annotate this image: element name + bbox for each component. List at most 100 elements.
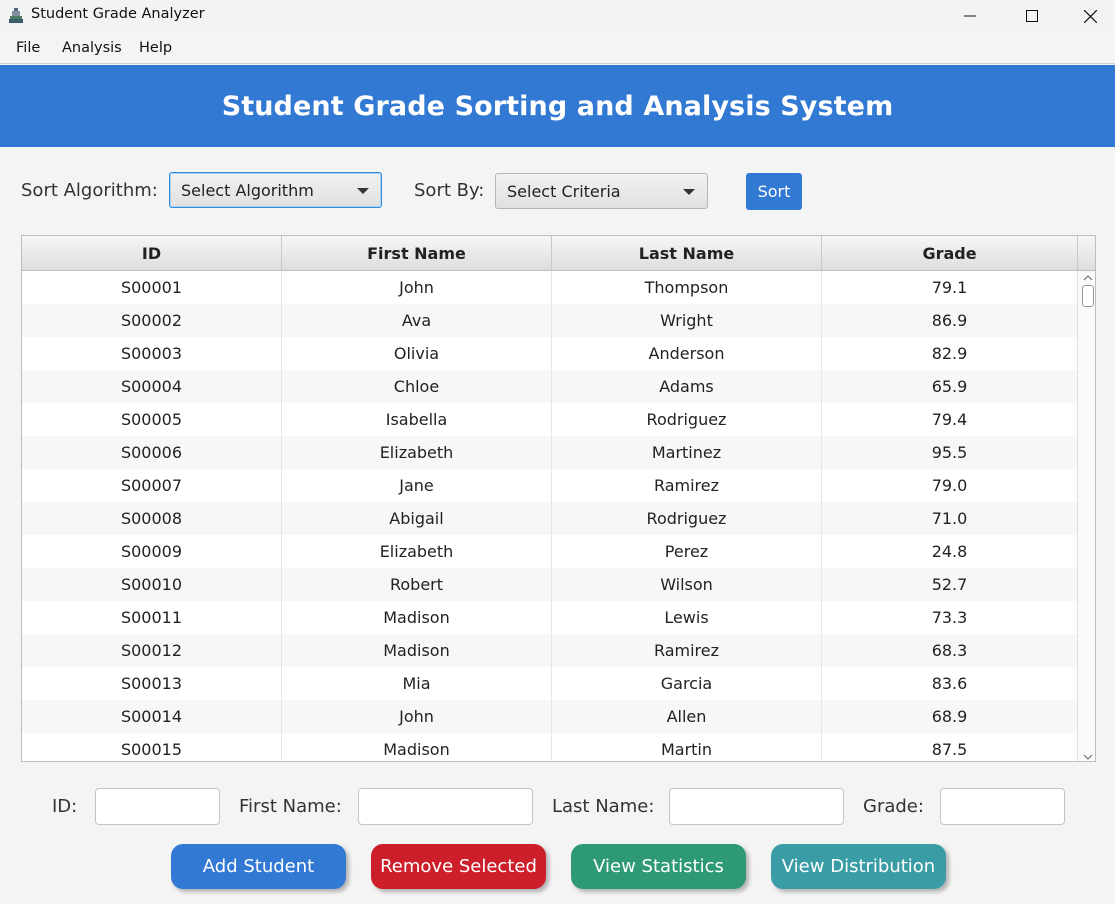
- menu-file[interactable]: File: [16, 40, 40, 56]
- cell-grade: 83.6: [931, 674, 968, 693]
- cell-last-name: Anderson: [552, 337, 822, 370]
- scroll-down-icon[interactable]: [1083, 754, 1093, 760]
- table-row[interactable]: S00011 Madison Lewis 73.3: [22, 601, 1077, 634]
- cell-id: S00004: [22, 370, 282, 403]
- table-row[interactable]: S00007 Jane Ramirez 79.0: [22, 469, 1077, 502]
- table-scrollbar[interactable]: [1077, 271, 1095, 761]
- cell-first-name: Madison: [282, 634, 552, 667]
- cell-id: S00010: [22, 568, 282, 601]
- cell-first-name: Elizabeth: [282, 436, 552, 469]
- table-row[interactable]: S00005 Isabella Rodriguez 79.4: [22, 403, 1077, 436]
- table-row[interactable]: S00010 Robert Wilson 52.7: [22, 568, 1077, 601]
- table-header: ID First Name Last Name Grade: [22, 236, 1077, 271]
- last-name-label: Last Name:: [552, 796, 655, 817]
- column-header-first-name[interactable]: First Name: [282, 236, 552, 271]
- maximize-icon: [1026, 10, 1038, 22]
- table-row[interactable]: S00015 Madison Martin 87.5: [22, 733, 1077, 761]
- cell-grade: 79.4: [931, 410, 968, 429]
- cell-grade: 79.1: [931, 278, 968, 297]
- cell-id: S00008: [22, 502, 282, 535]
- sort-button[interactable]: Sort: [746, 173, 802, 210]
- remove-selected-button[interactable]: Remove Selected: [371, 844, 546, 889]
- sort-algorithm-label: Sort Algorithm:: [21, 180, 158, 201]
- first-name-label: First Name:: [239, 796, 342, 817]
- cell-grade: 73.3: [931, 608, 968, 627]
- cell-last-name: Wilson: [552, 568, 822, 601]
- table-row[interactable]: S00004 Chloe Adams 65.9: [22, 370, 1077, 403]
- column-header-id[interactable]: ID: [22, 236, 282, 271]
- cell-last-name: Martinez: [552, 436, 822, 469]
- cell-first-name: Madison: [282, 601, 552, 634]
- column-header-last-name[interactable]: Last Name: [552, 236, 822, 271]
- table-row[interactable]: S00001 John Thompson 79.1: [22, 271, 1077, 304]
- cell-id: S00001: [22, 271, 282, 304]
- cell-first-name: Jane: [282, 469, 552, 502]
- table-row[interactable]: S00003 Olivia Anderson 82.9: [22, 337, 1077, 370]
- chevron-down-icon: [357, 188, 369, 194]
- cell-grade: 86.9: [931, 311, 968, 330]
- cell-last-name: Garcia: [552, 667, 822, 700]
- menu-analysis[interactable]: Analysis: [62, 40, 122, 56]
- cell-grade: 68.3: [931, 641, 968, 660]
- cell-id: S00007: [22, 469, 282, 502]
- cell-first-name: Ava: [282, 304, 552, 337]
- table-row[interactable]: S00009 Elizabeth Perez 24.8: [22, 535, 1077, 568]
- grade-field[interactable]: [940, 788, 1065, 825]
- scroll-up-icon[interactable]: [1083, 275, 1093, 281]
- id-label: ID:: [52, 796, 78, 817]
- maximize-button[interactable]: [1003, 0, 1061, 32]
- minimize-icon: [964, 15, 976, 17]
- cell-first-name: John: [282, 700, 552, 733]
- add-student-button[interactable]: Add Student: [171, 844, 346, 889]
- scrollbar-thumb[interactable]: [1082, 285, 1094, 307]
- table-row[interactable]: S00002 Ava Wright 86.9: [22, 304, 1077, 337]
- table-row[interactable]: S00006 Elizabeth Martinez 95.5: [22, 436, 1077, 469]
- cell-id: S00014: [22, 700, 282, 733]
- id-field[interactable]: [95, 788, 220, 825]
- grade-label: Grade:: [863, 796, 924, 817]
- cell-grade: 65.9: [931, 377, 968, 396]
- cell-first-name: Elizabeth: [282, 535, 552, 568]
- cell-id: S00015: [22, 733, 282, 761]
- sort-by-select[interactable]: Select Criteria: [495, 173, 708, 209]
- cell-grade: 68.9: [931, 707, 968, 726]
- cell-last-name: Ramirez: [552, 634, 822, 667]
- cell-first-name: Isabella: [282, 403, 552, 436]
- table-row[interactable]: S00012 Madison Ramirez 68.3: [22, 634, 1077, 667]
- cell-first-name: John: [282, 271, 552, 304]
- last-name-field[interactable]: [669, 788, 844, 825]
- chevron-down-icon: [683, 189, 695, 195]
- cell-id: S00009: [22, 535, 282, 568]
- view-distribution-button[interactable]: View Distribution: [771, 844, 946, 889]
- cell-first-name: Abigail: [282, 502, 552, 535]
- cell-last-name: Allen: [552, 700, 822, 733]
- table-header-corner: [1077, 236, 1095, 271]
- window-titlebar: Student Grade Analyzer: [0, 0, 1115, 32]
- sort-algorithm-select[interactable]: Select Algorithm: [169, 172, 382, 208]
- cell-id: S00012: [22, 634, 282, 667]
- cell-last-name: Ramirez: [552, 469, 822, 502]
- cell-last-name: Wright: [552, 304, 822, 337]
- cell-grade: 82.9: [931, 344, 968, 363]
- cell-id: S00003: [22, 337, 282, 370]
- cell-grade: 87.5: [931, 740, 968, 759]
- cell-last-name: Adams: [552, 370, 822, 403]
- first-name-field[interactable]: [358, 788, 533, 825]
- table-row[interactable]: S00013 Mia Garcia 83.6: [22, 667, 1077, 700]
- sort-by-value: Select Criteria: [507, 181, 621, 201]
- cell-last-name: Lewis: [552, 601, 822, 634]
- cell-first-name: Olivia: [282, 337, 552, 370]
- close-button[interactable]: [1061, 0, 1115, 32]
- close-icon: [1083, 9, 1097, 23]
- cell-first-name: Mia: [282, 667, 552, 700]
- menu-help[interactable]: Help: [139, 40, 172, 56]
- cell-last-name: Rodriguez: [552, 502, 822, 535]
- view-statistics-button[interactable]: View Statistics: [571, 844, 746, 889]
- table-row[interactable]: S00014 John Allen 68.9: [22, 700, 1077, 733]
- minimize-button[interactable]: [941, 0, 999, 32]
- menu-bar: File Analysis Help: [0, 32, 1115, 64]
- table-row[interactable]: S00008 Abigail Rodriguez 71.0: [22, 502, 1077, 535]
- cell-first-name: Chloe: [282, 370, 552, 403]
- cell-last-name: Rodriguez: [552, 403, 822, 436]
- column-header-grade[interactable]: Grade: [822, 236, 1077, 271]
